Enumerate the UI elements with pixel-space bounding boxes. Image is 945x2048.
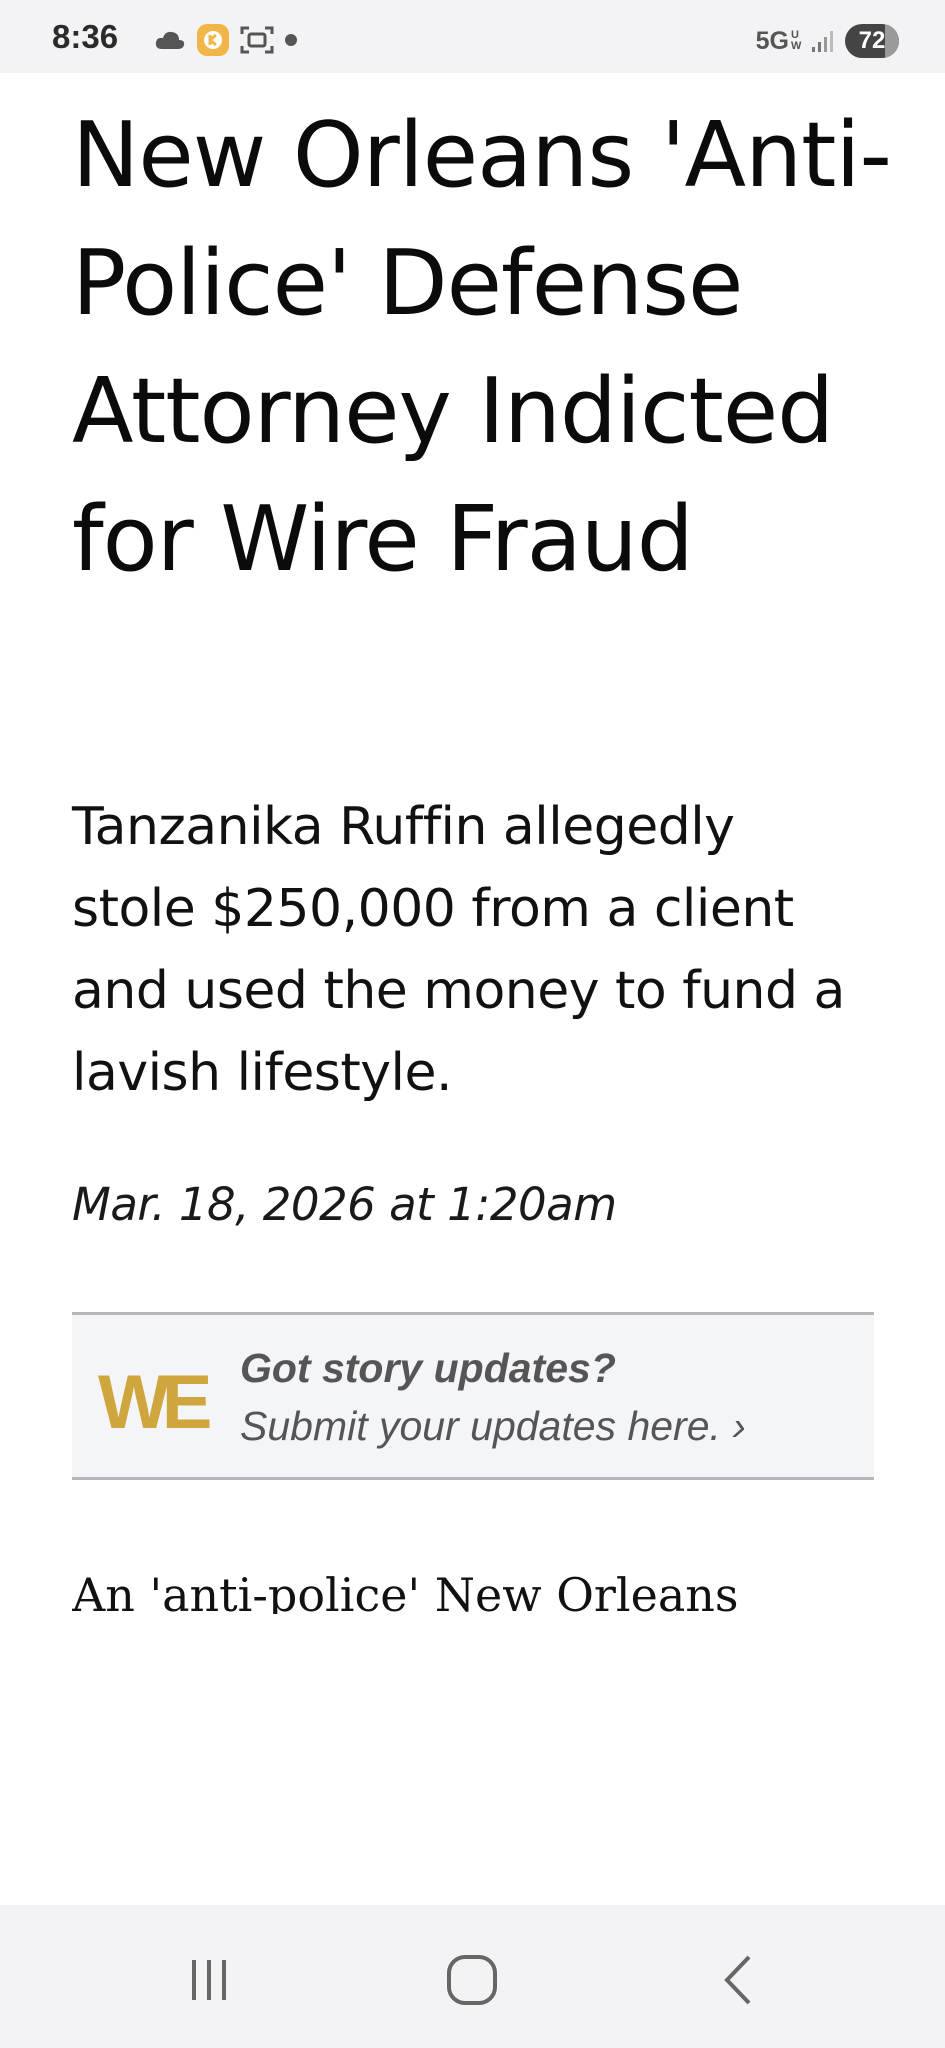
battery-level: 72 — [858, 27, 886, 54]
dot-icon — [285, 34, 297, 46]
article-headline: New Orleans 'Anti-Police' Defense Attorn… — [72, 103, 892, 592]
updates-title: Got story updates? — [240, 1345, 616, 1391]
article-body-start: An 'anti-police' New Orleans — [72, 1568, 739, 1614]
network-label: 5G — [755, 26, 789, 55]
recent-apps-icon — [192, 1960, 226, 2000]
article-dateline: Mar. 18, 2026 at 1:20am — [72, 1178, 617, 1231]
back-button[interactable] — [704, 1945, 774, 2015]
status-icons-left — [154, 23, 298, 57]
app-notification-icon — [197, 24, 229, 56]
we-logo: WE — [98, 1360, 212, 1445]
back-chevron-icon — [724, 1955, 751, 2005]
signal-icon — [812, 31, 833, 52]
status-time: 8:36 — [52, 18, 119, 55]
network-sub-label: UW — [791, 29, 802, 52]
submit-updates-link[interactable]: Submit your updates here. › — [240, 1403, 746, 1450]
article-dek: Tanzanika Ruffin allegedly stole $250,00… — [72, 797, 845, 1103]
status-right: 5G UW 72 — [756, 24, 899, 58]
home-icon — [447, 1955, 497, 2005]
screenshot-icon — [240, 26, 274, 54]
cloud-icon — [155, 31, 185, 49]
home-button[interactable] — [437, 1945, 507, 2015]
battery-indicator: 72 — [845, 24, 899, 58]
navigation-bar — [0, 1905, 945, 2048]
recent-apps-button[interactable] — [174, 1945, 244, 2015]
story-updates-box[interactable]: WE Got story updates? Submit your update… — [72, 1312, 874, 1480]
status-bar: 8:36 5G UW 72 — [0, 0, 945, 73]
